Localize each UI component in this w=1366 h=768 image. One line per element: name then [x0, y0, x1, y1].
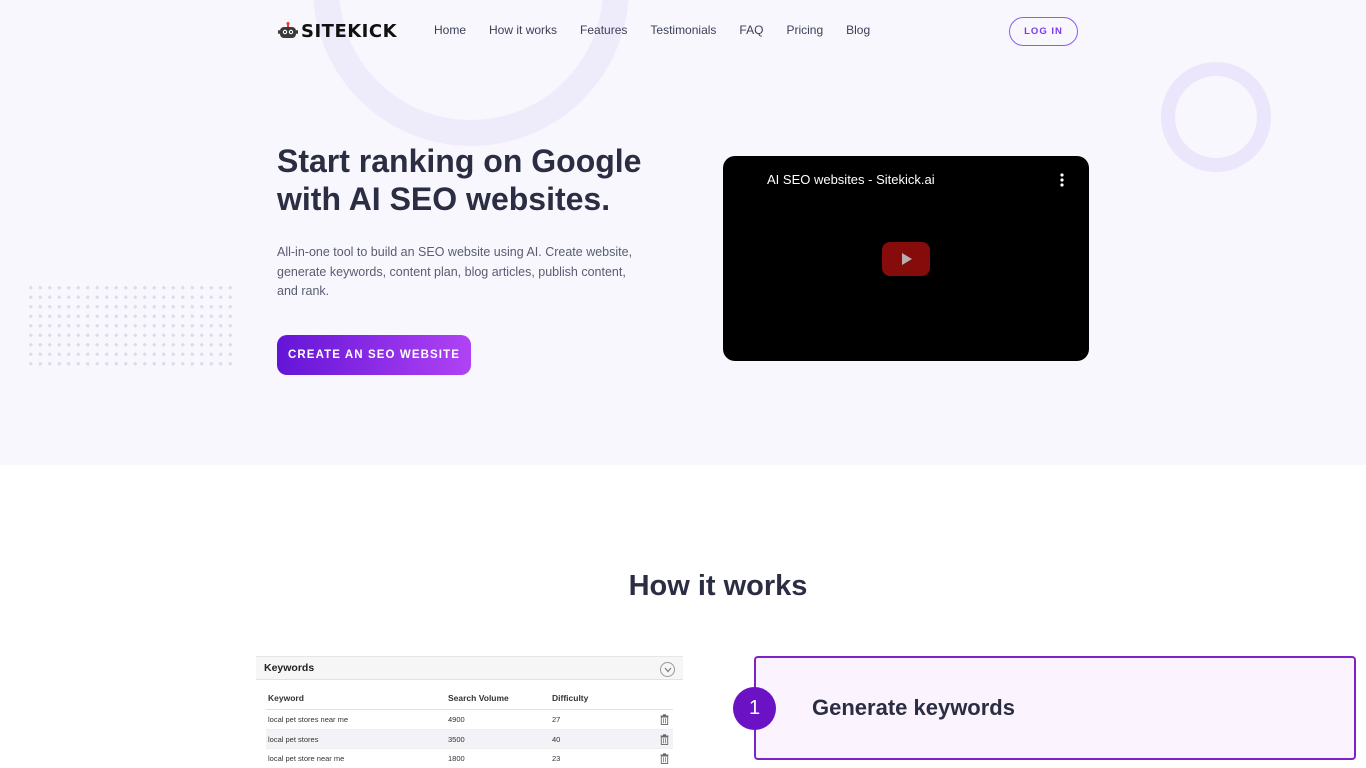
search-volume-cell: 1800 [448, 754, 465, 764]
difficulty-cell: 27 [552, 715, 561, 724]
nav-link-features[interactable]: Features [580, 23, 627, 37]
nav-link-testimonials[interactable]: Testimonials [650, 23, 716, 37]
decorative-dot-grid [26, 283, 238, 367]
column-header-keyword: Keyword [268, 693, 304, 703]
trash-icon[interactable] [660, 714, 669, 725]
more-options-icon[interactable] [1057, 172, 1067, 188]
search-volume-cell: 4900 [448, 715, 465, 724]
trash-icon[interactable] [660, 753, 669, 765]
play-icon [902, 253, 912, 265]
video-title[interactable]: AI SEO websites - Sitekick.ai [767, 172, 935, 187]
keywords-panel-header: Keywords [256, 657, 683, 680]
keyword-cell: local pet stores near me [268, 715, 349, 724]
nav-link-faq[interactable]: FAQ [739, 23, 763, 37]
table-row: local pet stores near me 4900 27 [266, 710, 673, 730]
hero-section: SITEKICK Home How it works Features Test… [0, 0, 1366, 465]
video-player[interactable]: AI SEO websites - Sitekick.ai [723, 156, 1089, 361]
keywords-panel: Keywords Keyword Search Volume Difficult… [256, 656, 683, 768]
step-number-badge: 1 [733, 687, 776, 730]
nav-link-blog[interactable]: Blog [846, 23, 870, 37]
nav-link-pricing[interactable]: Pricing [786, 23, 823, 37]
nav-link-how-it-works[interactable]: How it works [489, 23, 557, 37]
table-row: local pet store near me 1800 23 [266, 749, 673, 768]
decorative-ring-small [1161, 62, 1271, 172]
nav-link-home[interactable]: Home [434, 23, 466, 37]
difficulty-cell: 40 [552, 734, 561, 744]
top-navigation: SITEKICK Home How it works Features Test… [0, 0, 1366, 62]
column-header-search-volume: Search Volume [448, 693, 509, 703]
sitekick-logo[interactable]: SITEKICK [278, 20, 397, 42]
logo-wordmark: SITEKICK [301, 20, 398, 42]
keyword-cell: local pet store near me [268, 754, 345, 764]
robot-logo-icon [278, 22, 298, 38]
table-header-row: Keyword Search Volume Difficulty [266, 687, 673, 710]
difficulty-cell: 23 [552, 754, 561, 764]
collapse-toggle[interactable] [660, 662, 675, 677]
keyword-cell: local pet stores [268, 734, 319, 744]
trash-icon[interactable] [660, 733, 669, 745]
nav-links: Home How it works Features Testimonials … [434, 23, 893, 37]
play-button[interactable] [882, 242, 930, 276]
column-header-difficulty: Difficulty [552, 693, 589, 703]
chevron-down-icon [664, 667, 672, 673]
search-volume-cell: 3500 [448, 734, 465, 744]
step-title: Generate keywords [812, 695, 1015, 720]
hero-description: All-in-one tool to build an SEO website … [277, 245, 633, 298]
hero-title: Start ranking on Google with AI SEO webs… [277, 143, 642, 217]
table-row: local pet stores 3500 40 [266, 729, 673, 750]
keywords-panel-title: Keywords [264, 662, 315, 674]
create-seo-website-button[interactable]: CREATE AN SEO WEBSITE [277, 335, 471, 375]
keywords-table: Keyword Search Volume Difficulty local p… [266, 687, 673, 768]
login-button[interactable]: LOG IN [1009, 17, 1078, 46]
how-it-works-title: How it works [628, 570, 808, 602]
